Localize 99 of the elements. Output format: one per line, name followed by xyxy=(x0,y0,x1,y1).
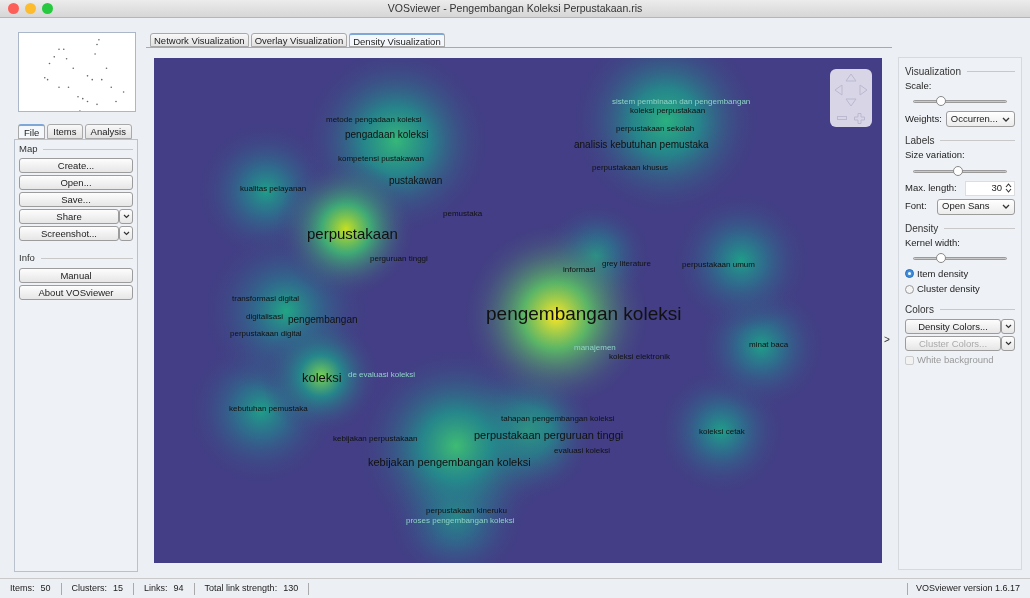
term-label: kualitas pelayanan xyxy=(240,185,307,193)
caret-icon xyxy=(1002,116,1010,122)
dropdown-button[interactable] xyxy=(119,226,133,242)
term-label: koleksi perpustakaan xyxy=(630,107,706,115)
term-label: koleksi xyxy=(302,370,342,384)
caret-icon xyxy=(1004,341,1012,347)
term-label: perpustakaan sekolah xyxy=(616,125,695,133)
panel-button[interactable]: Save... xyxy=(19,192,133,208)
term-label: pustakawan xyxy=(389,176,443,186)
close-window-icon[interactable] xyxy=(8,3,19,14)
number-field[interactable]: 30 xyxy=(965,180,1015,196)
spinner-icon[interactable] xyxy=(1005,183,1012,193)
field-label: Font: xyxy=(905,199,928,214)
field-label: Kernel width: xyxy=(905,235,961,250)
slider-thumb[interactable] xyxy=(936,252,947,263)
term-label: perpustakaan umum xyxy=(682,261,755,269)
view-tab[interactable]: Density Visualization xyxy=(349,33,445,47)
status-value: 94 xyxy=(173,581,184,595)
dropdown-field[interactable]: Open Sans xyxy=(937,198,1015,215)
pan-arrows-icon xyxy=(833,72,870,108)
panel-button[interactable]: About VOSviewer xyxy=(19,284,133,300)
slider[interactable] xyxy=(913,95,1007,108)
section-title: Visualization xyxy=(905,65,961,79)
caret-icon xyxy=(122,214,130,220)
panel-button[interactable]: Create... xyxy=(19,158,133,174)
status-value: 15 xyxy=(113,581,124,595)
maximize-window-icon[interactable] xyxy=(42,3,53,14)
slider[interactable] xyxy=(913,164,1007,177)
term-label: koleksi elektronik xyxy=(609,353,670,361)
section-title: Density xyxy=(905,221,939,236)
field-label: Weights: xyxy=(905,112,942,127)
term-label: metode pengadaan koleksi xyxy=(326,116,422,124)
status-value: 130 xyxy=(283,581,299,595)
term-label: proses pengembangan koleksi xyxy=(406,517,515,525)
window-title: VOSviewer - Pengembangan Koleksi Perpustakaan.ris xyxy=(387,0,643,16)
density-map[interactable] xyxy=(154,58,883,563)
term-label: pemustaka xyxy=(443,210,483,218)
term-label: de evaluasi koleksi xyxy=(348,371,416,379)
field-label: Size variation: xyxy=(905,148,966,163)
term-label: kompetensi pustakawan xyxy=(338,155,424,163)
term-label: minat baca xyxy=(749,341,789,349)
term-label: evaluasi koleksi xyxy=(554,447,611,455)
dropdown-field[interactable]: Occurren... xyxy=(945,111,1015,128)
status-label: Links: xyxy=(144,581,168,595)
panel-tab[interactable]: Items xyxy=(47,124,83,139)
dropdown-button[interactable] xyxy=(119,209,133,225)
panel-tab[interactable]: Analysis xyxy=(84,124,132,139)
term-label: perpustakaan perguruan tinggi xyxy=(474,429,624,441)
term-label: kebijakan pengembangan koleksi xyxy=(368,456,531,468)
panel-button[interactable]: Share xyxy=(19,209,119,225)
panel-button[interactable]: Open... xyxy=(19,175,133,191)
radio-label: Cluster density xyxy=(917,282,980,296)
term-label: sistem pembinaan dan pengembangan xyxy=(612,98,751,106)
slider[interactable] xyxy=(913,251,1007,264)
section-title: Colors xyxy=(905,303,934,318)
term-label: analisis kebutuhan pemustaka xyxy=(574,140,709,150)
status-label: Total link strength: xyxy=(204,581,278,595)
term-label: informasi xyxy=(563,266,596,274)
radio-button[interactable] xyxy=(905,284,914,294)
term-label: tahapan pengembangan koleksi xyxy=(501,415,615,423)
view-tab[interactable]: Overlay Visualization xyxy=(250,33,348,47)
status-label: Items: xyxy=(10,581,35,595)
term-label: kebutuhan pemustaka xyxy=(229,405,308,413)
caret-icon xyxy=(1004,324,1012,330)
slider-thumb[interactable] xyxy=(936,96,947,107)
section-title: Info xyxy=(19,251,35,266)
panel-button[interactable]: Screenshot... xyxy=(19,226,119,242)
term-label: perpustakaan khusus xyxy=(592,164,669,172)
dropdown-button[interactable] xyxy=(1001,319,1015,335)
radio-button[interactable] xyxy=(905,269,914,279)
caret-icon xyxy=(122,231,130,237)
term-label: digitalisasi xyxy=(246,313,283,321)
term-label: pengadaan koleksi xyxy=(345,130,429,140)
section-title: Labels xyxy=(905,134,935,149)
term-label: perguruan tinggi xyxy=(370,255,428,263)
caret-icon xyxy=(1002,204,1010,209)
term-label: grey literature xyxy=(602,260,651,268)
term-label: koleksi cetak xyxy=(699,428,745,436)
field-label: Max. length: xyxy=(905,180,958,195)
term-label: perpustakaan digital xyxy=(230,330,302,338)
term-label: manajemen xyxy=(574,344,616,352)
field-label: Scale: xyxy=(905,79,933,93)
dropdown-button[interactable] xyxy=(1001,336,1015,352)
slider-thumb[interactable] xyxy=(953,165,964,176)
term-label: kebijakan perpustakaan xyxy=(333,435,418,443)
term-label: pengembangan xyxy=(288,315,358,325)
section-title: Map xyxy=(19,142,38,156)
panel-button[interactable]: Density Colors... xyxy=(905,319,1001,335)
status-label: Clusters: xyxy=(71,581,108,595)
status-value: 50 xyxy=(40,581,51,595)
panel-button[interactable]: Manual xyxy=(19,267,133,283)
term-label: transformasi digital xyxy=(232,295,300,303)
expand-arrow[interactable]: > xyxy=(884,331,890,347)
view-tab[interactable]: Network Visualization xyxy=(150,33,249,47)
term-label: perpustakaan kineruku xyxy=(426,507,507,515)
checkbox-label: White background xyxy=(917,353,994,368)
panel-tab[interactable]: File xyxy=(18,124,46,139)
radio-label: Item density xyxy=(917,266,969,281)
version-text: VOSviewer version 1.6.17 xyxy=(915,581,1020,595)
